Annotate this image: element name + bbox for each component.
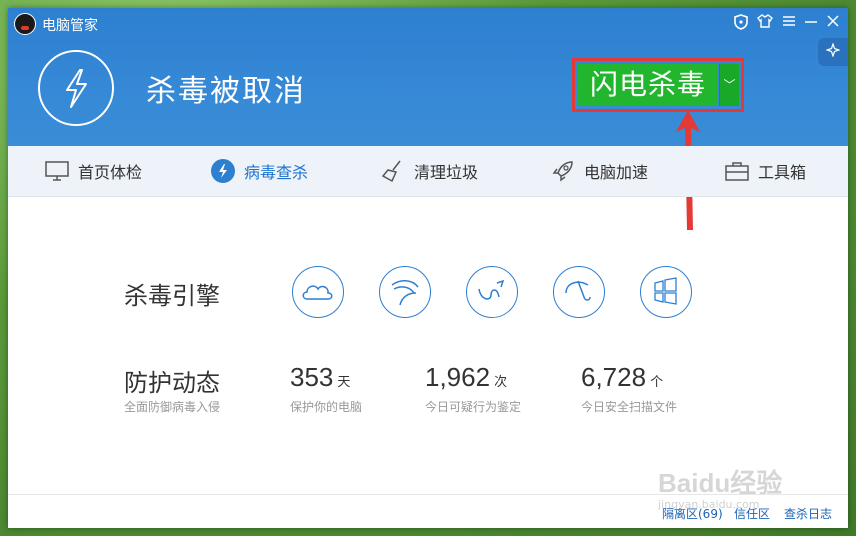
monitor-icon <box>45 161 69 181</box>
rocket-icon <box>552 161 573 182</box>
stat-suspicious-checks: 1,962 次 今日可疑行为鉴定 <box>425 362 521 414</box>
menu-icon[interactable] <box>780 14 798 32</box>
tab-label: 首页体检 <box>78 163 143 182</box>
stat-value: 353 <box>290 362 334 392</box>
tab-home-check[interactable]: 首页体检 <box>44 146 142 196</box>
lightning-icon <box>211 159 235 183</box>
flash-scan-button[interactable]: 闪电杀毒 <box>578 64 718 106</box>
stat-unit: 次 <box>494 375 508 390</box>
quarantine-link[interactable]: 隔离区(69) <box>662 505 723 522</box>
app-window: 电脑管家 杀毒被取消 闪电杀毒 ﹀ 首页体检 病毒查杀 清理垃圾 电脑加速 工具… <box>8 8 848 528</box>
close-icon[interactable] <box>824 14 842 32</box>
footer: 隔离区(69) 信任区 查杀日志 <box>8 494 848 528</box>
stat-description: 今日安全扫描文件 <box>581 400 678 414</box>
tab-clean-junk[interactable]: 清理垃圾 <box>380 146 478 196</box>
tshirt-icon[interactable] <box>756 14 774 32</box>
tab-toolbox[interactable]: 工具箱 <box>724 146 806 196</box>
curve-engine-icon[interactable] <box>466 266 518 318</box>
windows-engine-icon[interactable] <box>640 266 692 318</box>
broom-icon <box>381 160 401 183</box>
status-circle <box>38 50 114 126</box>
stat-description: 保护你的电脑 <box>290 400 363 414</box>
stat-description: 今日可疑行为鉴定 <box>425 400 522 414</box>
sparkle-float-button[interactable] <box>818 38 848 66</box>
trust-zone-link[interactable]: 信任区 <box>734 505 770 522</box>
lightning-icon <box>66 69 87 108</box>
tab-label: 病毒查杀 <box>244 163 309 182</box>
tab-label: 清理垃圾 <box>414 163 479 182</box>
stat-unit: 天 <box>337 375 351 390</box>
scan-dropdown-button[interactable]: ﹀ <box>719 64 739 106</box>
toolbox-icon <box>725 162 749 181</box>
tab-speed-up[interactable]: 电脑加速 <box>550 146 648 196</box>
chevron-down-icon: ﹀ <box>723 78 736 92</box>
defense-subtitle: 全面防御病毒入侵 <box>124 400 221 414</box>
title-bar: 电脑管家 <box>8 8 848 38</box>
stat-unit: 个 <box>650 375 664 390</box>
engine-label: 杀毒引擎 <box>124 282 220 310</box>
defense-title: 防护动态 <box>124 369 220 397</box>
stat-protect-days: 353 天 保护你的电脑 <box>290 362 362 414</box>
status-title: 杀毒被取消 <box>146 74 306 109</box>
scan-button-highlight: 闪电杀毒 ﹀ <box>572 58 744 112</box>
eagle-engine-icon[interactable] <box>379 266 431 318</box>
stat-scanned-files: 6,728 个 今日安全扫描文件 <box>581 362 677 414</box>
stat-value: 1,962 <box>425 362 491 392</box>
cloud-engine-icon[interactable] <box>292 266 344 318</box>
sparkle-icon <box>825 42 841 58</box>
scan-log-link[interactable]: 查杀日志 <box>784 505 832 522</box>
app-logo-icon <box>14 13 36 35</box>
shield-icon[interactable] <box>732 14 750 32</box>
umbrella-engine-icon[interactable] <box>553 266 605 318</box>
tab-virus-scan[interactable]: 病毒查杀 <box>210 146 308 196</box>
minimize-icon[interactable] <box>802 14 820 32</box>
header: 电脑管家 杀毒被取消 闪电杀毒 ﹀ <box>8 8 848 146</box>
main-nav: 首页体检 病毒查杀 清理垃圾 电脑加速 工具箱 <box>8 146 848 197</box>
tab-label: 电脑加速 <box>584 163 649 182</box>
app-title: 电脑管家 <box>42 18 98 34</box>
stat-value: 6,728 <box>581 362 647 392</box>
tab-label: 工具箱 <box>758 163 807 182</box>
